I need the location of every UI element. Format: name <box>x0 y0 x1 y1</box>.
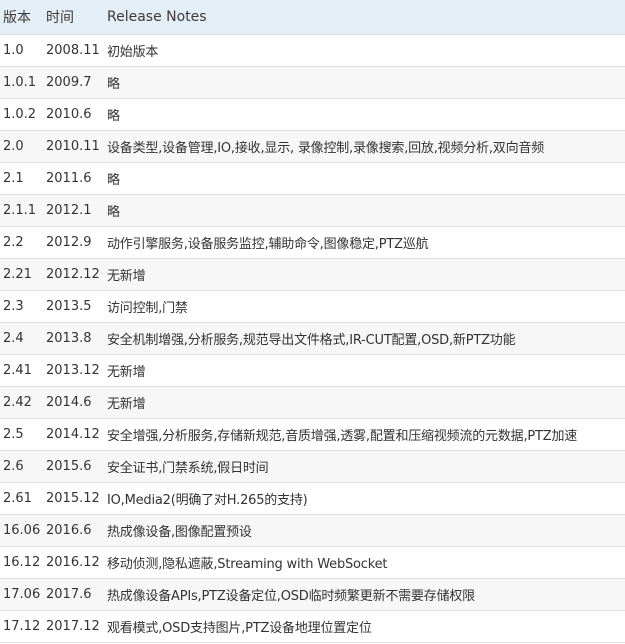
date-cell: 2015.6 <box>43 450 104 483</box>
table-row: 17.12 2017.12 观看模式,OSD支持图片,PTZ设备地理位置定位 <box>0 610 625 643</box>
release-notes-cell: 略 <box>104 66 625 99</box>
table-row: 16.12 2016.12 移动侦测,隐私遮蔽,Streaming with Web… <box>0 546 625 579</box>
date-cell: 2014.12 <box>43 418 104 451</box>
table-row: 2.42 2014.6 无新增 <box>0 386 625 419</box>
release-notes-cell: 初始版本 <box>104 34 625 67</box>
version-cell: 1.0.2 <box>0 98 43 131</box>
date-cell: 2012.12 <box>43 258 104 291</box>
table-row: 2.41 2013.12 无新增 <box>0 354 625 387</box>
release-notes-cell: 安全增强,分析服务,存储新规范,音质增强,透雾,配置和压缩视频流的元数据,PTZ… <box>104 418 625 451</box>
table-row: 2.4 2013.8 安全机制增强,分析服务,规范导出文件格式,IR-CUT配置,O… <box>0 322 625 355</box>
release-notes-cell: IO,Media2(明确了对H.265的支持) <box>104 482 625 515</box>
release-notes-table: 版本 时间 Release Notes 1.0 2008.11 初始版本 1.0.1 2… <box>0 0 625 643</box>
header-version: 版本 <box>0 0 43 35</box>
release-notes-cell: 安全证书,门禁系统,假日时间 <box>104 450 625 483</box>
date-cell: 2010.6 <box>43 98 104 131</box>
table-row: 2.6 2015.6 安全证书,门禁系统,假日时间 <box>0 450 625 483</box>
table-row: 17.06 2017.6 热成像设备APIs,PTZ设备定位,OSD临时频繁更新不需… <box>0 578 625 611</box>
release-notes-cell: 安全机制增强,分析服务,规范导出文件格式,IR-CUT配置,OSD,新PTZ功能 <box>104 322 625 355</box>
version-cell: 2.0 <box>0 130 43 163</box>
release-notes-cell: 略 <box>104 194 625 227</box>
table-row: 2.1 2011.6 略 <box>0 162 625 195</box>
release-notes-cell: 动作引擎服务,设备服务监控,辅助命令,图像稳定,PTZ巡航 <box>104 226 625 259</box>
date-cell: 2009.7 <box>43 66 104 99</box>
release-notes-cell: 无新增 <box>104 386 625 419</box>
release-notes-cell: 观看模式,OSD支持图片,PTZ设备地理位置定位 <box>104 610 625 643</box>
date-cell: 2011.6 <box>43 162 104 195</box>
date-cell: 2008.11 <box>43 34 104 67</box>
version-cell: 1.0 <box>0 34 43 67</box>
header-release-notes: Release Notes <box>104 0 625 35</box>
date-cell: 2013.5 <box>43 290 104 323</box>
table-row: 1.0 2008.11 初始版本 <box>0 34 625 67</box>
release-notes-cell: 热成像设备APIs,PTZ设备定位,OSD临时频繁更新不需要存储权限 <box>104 578 625 611</box>
release-notes-cell: 访问控制,门禁 <box>104 290 625 323</box>
version-cell: 17.12 <box>0 610 43 643</box>
date-cell: 2013.12 <box>43 354 104 387</box>
table-row: 1.0.1 2009.7 略 <box>0 66 625 99</box>
date-cell: 2012.9 <box>43 226 104 259</box>
table-row: 1.0.2 2010.6 略 <box>0 98 625 131</box>
table-row: 16.06 2016.6 热成像设备,图像配置预设 <box>0 514 625 547</box>
version-cell: 2.1.1 <box>0 194 43 227</box>
table-header: 版本 时间 Release Notes <box>0 0 625 35</box>
date-cell: 2016.12 <box>43 546 104 579</box>
version-cell: 16.06 <box>0 514 43 547</box>
release-notes-cell: 略 <box>104 162 625 195</box>
table-row: 2.0 2010.11 设备类型,设备管理,IO,接收,显示, 录像控制,录像搜索,… <box>0 130 625 163</box>
version-cell: 1.0.1 <box>0 66 43 99</box>
table-row: 2.61 2015.12 IO,Media2(明确了对H.265的支持) <box>0 482 625 515</box>
version-cell: 17.06 <box>0 578 43 611</box>
version-cell: 2.3 <box>0 290 43 323</box>
date-cell: 2012.1 <box>43 194 104 227</box>
version-cell: 2.21 <box>0 258 43 291</box>
table-body: 1.0 2008.11 初始版本 1.0.1 2009.7 略 1.0.2 2010.6 略 2.… <box>0 34 625 643</box>
table-row: 2.2 2012.9 动作引擎服务,设备服务监控,辅助命令,图像稳定,PTZ巡航 <box>0 226 625 259</box>
table-row: 2.5 2014.12 安全增强,分析服务,存储新规范,音质增强,透雾,配置和压缩视… <box>0 418 625 451</box>
table-row: 2.1.1 2012.1 略 <box>0 194 625 227</box>
date-cell: 2016.6 <box>43 514 104 547</box>
release-notes-cell: 略 <box>104 98 625 131</box>
release-notes-cell: 移动侦测,隐私遮蔽,Streaming with WebSocket <box>104 546 625 579</box>
date-cell: 2013.8 <box>43 322 104 355</box>
date-cell: 2014.6 <box>43 386 104 419</box>
version-cell: 2.5 <box>0 418 43 451</box>
table-row: 2.21 2012.12 无新增 <box>0 258 625 291</box>
date-cell: 2010.11 <box>43 130 104 163</box>
version-cell: 2.6 <box>0 450 43 483</box>
version-cell: 2.42 <box>0 386 43 419</box>
version-cell: 16.12 <box>0 546 43 579</box>
date-cell: 2017.6 <box>43 578 104 611</box>
version-cell: 2.2 <box>0 226 43 259</box>
date-cell: 2017.12 <box>43 610 104 643</box>
release-notes-cell: 热成像设备,图像配置预设 <box>104 514 625 547</box>
table-row: 2.3 2013.5 访问控制,门禁 <box>0 290 625 323</box>
release-notes-cell: 无新增 <box>104 258 625 291</box>
release-notes-cell: 无新增 <box>104 354 625 387</box>
date-cell: 2015.12 <box>43 482 104 515</box>
header-date: 时间 <box>43 0 104 35</box>
version-cell: 2.1 <box>0 162 43 195</box>
version-cell: 2.61 <box>0 482 43 515</box>
header-row: 版本 时间 Release Notes <box>0 0 625 35</box>
version-cell: 2.41 <box>0 354 43 387</box>
version-cell: 2.4 <box>0 322 43 355</box>
release-notes-cell: 设备类型,设备管理,IO,接收,显示, 录像控制,录像搜索,回放,视频分析,双向… <box>104 130 625 163</box>
